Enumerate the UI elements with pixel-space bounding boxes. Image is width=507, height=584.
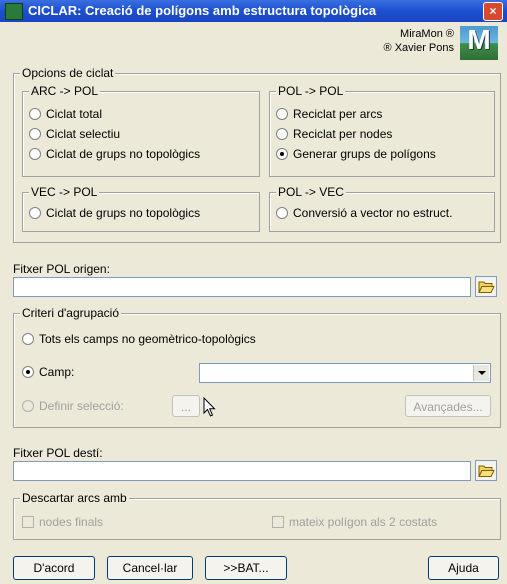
help-button[interactable]: Ajuda: [428, 556, 499, 580]
definir-seleccio-button[interactable]: ...: [172, 395, 200, 417]
vec-pol-legend: VEC -> POL: [29, 185, 100, 199]
pol-pol-legend: POL -> POL: [276, 84, 346, 98]
radio-reciclat-nodes[interactable]: Reciclat per nodes: [276, 127, 392, 141]
browse-desti-button[interactable]: [475, 460, 497, 481]
camp-select[interactable]: [199, 363, 491, 383]
brand-line2: ® Xavier Pons: [383, 42, 454, 54]
pol-pol-group: POL -> POL Reciclat per arcs Reciclat pe…: [269, 84, 495, 177]
miramon-logo-icon: M: [460, 24, 498, 60]
arc-pol-group: ARC -> POL Ciclat total Ciclat selectiu …: [22, 84, 260, 177]
radio-camp[interactable]: Camp:: [22, 365, 74, 379]
criteri-agrupacio-group: Criteri d'agrupació Tots els camps no ge…: [13, 306, 501, 428]
fitxer-desti-input[interactable]: [13, 461, 471, 481]
descartar-arcs-group: Descartar arcs amb nodes finals mateix p…: [13, 491, 501, 540]
vec-pol-group: VEC -> POL Ciclat de grups no topològics: [22, 185, 260, 232]
radio-conversio-vector[interactable]: Conversió a vector no estruct.: [276, 206, 452, 220]
opcions-ciclat-group: Opcions de ciclat ARC -> POL Ciclat tota…: [13, 66, 501, 243]
chevron-down-icon[interactable]: [473, 365, 489, 381]
radio-ciclat-selectiu[interactable]: Ciclat selectiu: [29, 127, 120, 141]
opcions-ciclat-legend: Opcions de ciclat: [20, 66, 116, 80]
radio-ciclat-grups-arc[interactable]: Ciclat de grups no topològics: [29, 147, 200, 161]
radio-ciclat-total[interactable]: Ciclat total: [29, 107, 102, 121]
fitxer-desti-label: Fitxer POL destí:: [13, 446, 103, 460]
cancel-button[interactable]: Cancel·lar: [107, 556, 193, 580]
window-title: CICLAR: Creació de polígons amb estructu…: [28, 3, 377, 18]
radio-generar-grups[interactable]: Generar grups de polígons: [276, 147, 436, 161]
fitxer-origen-input[interactable]: [13, 277, 471, 297]
browse-origen-button[interactable]: [475, 276, 497, 297]
checkbox-nodes-finals[interactable]: nodes finals: [22, 515, 103, 529]
fitxer-origen-label: Fitxer POL origen:: [13, 262, 110, 276]
radio-reciclat-arcs[interactable]: Reciclat per arcs: [276, 107, 382, 121]
open-folder-icon: [478, 281, 495, 293]
mouse-cursor-icon: [203, 397, 216, 417]
arc-pol-legend: ARC -> POL: [29, 84, 101, 98]
open-folder-icon: [478, 465, 495, 477]
brand-line1: MiraMon ®: [400, 28, 454, 40]
radio-tots-camps[interactable]: Tots els camps no geomètrico-topològics: [22, 332, 256, 346]
radio-definir-seleccio[interactable]: Definir selecció:: [22, 399, 124, 413]
avancades-button[interactable]: Avançades...: [405, 395, 491, 417]
radio-vec-ciclat-grups[interactable]: Ciclat de grups no topològics: [29, 206, 200, 220]
pol-vec-group: POL -> VEC Conversió a vector no estruct…: [269, 185, 495, 232]
close-button[interactable]: ×: [483, 2, 503, 21]
bat-button[interactable]: >>BAT...: [205, 556, 287, 580]
descartar-legend: Descartar arcs amb: [20, 491, 129, 505]
ok-button[interactable]: D'acord: [13, 556, 95, 580]
pol-vec-legend: POL -> VEC: [276, 185, 346, 199]
app-icon: [5, 3, 23, 20]
title-bar[interactable]: CICLAR: Creació de polígons amb estructu…: [0, 0, 507, 22]
criteri-legend: Criteri d'agrupació: [20, 306, 122, 320]
checkbox-mateix-poligon[interactable]: mateix polígon als 2 costats: [272, 515, 437, 529]
brand-text: MiraMon ® ® Xavier Pons: [370, 27, 454, 55]
